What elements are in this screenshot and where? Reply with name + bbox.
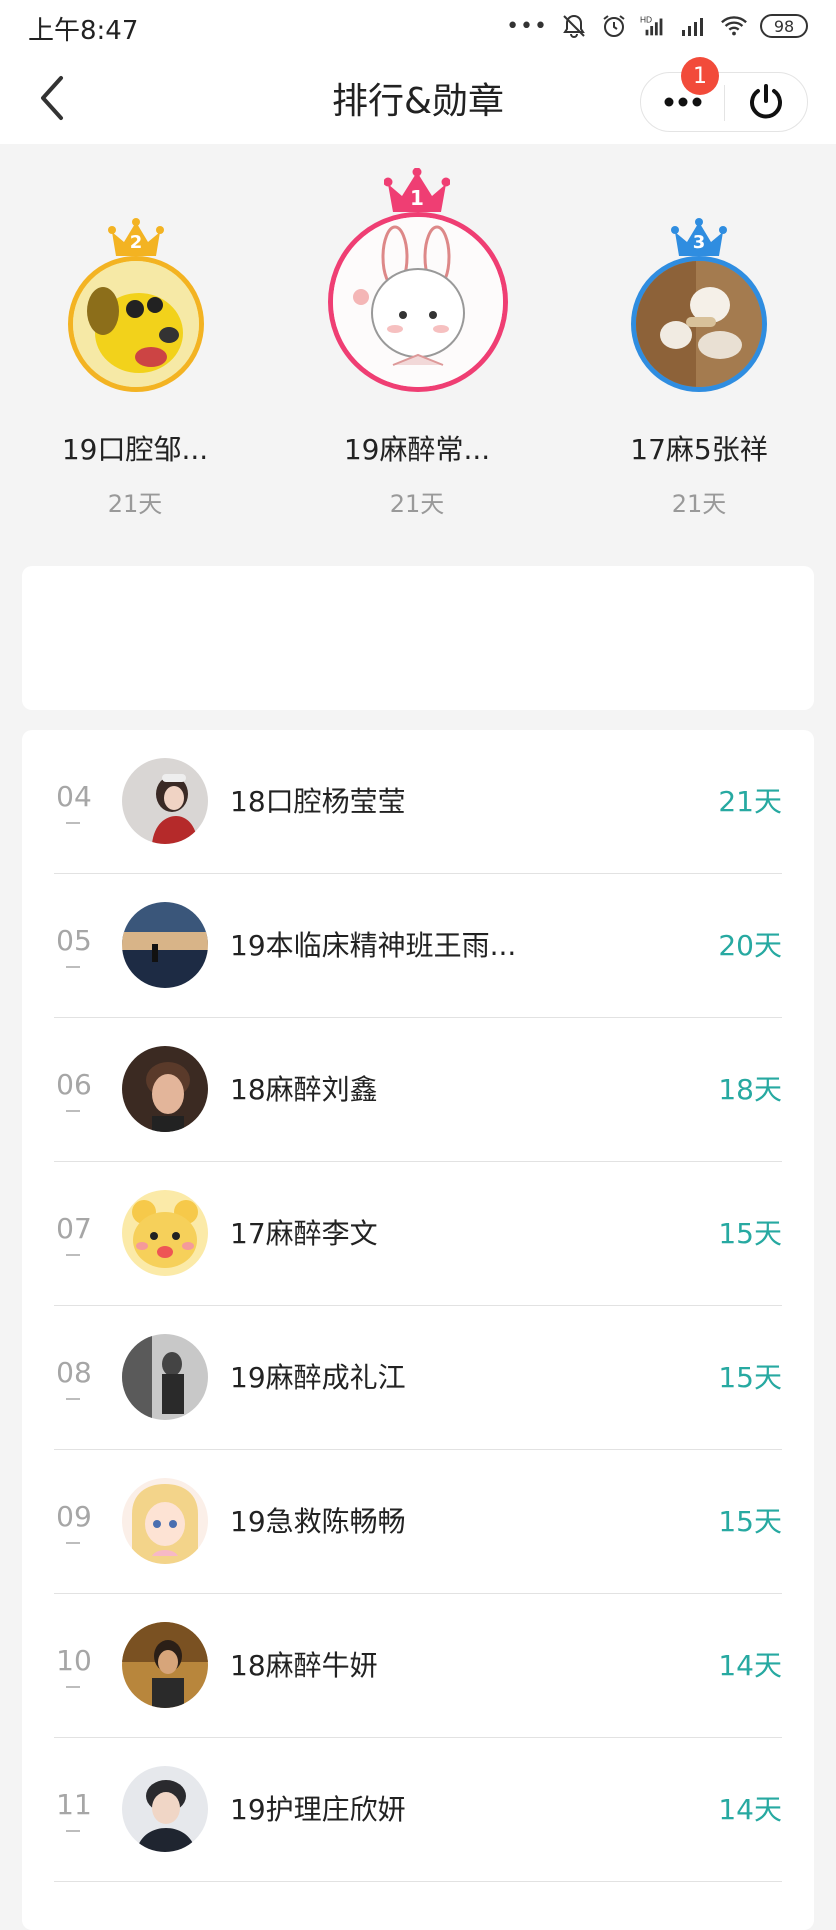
header: 排行&勋章 1	[0, 52, 836, 144]
list-item[interactable]: 10 18麻醉牛妍 14天	[22, 1594, 814, 1738]
podium-item-rank-1[interactable]: 1 19麻醉常... 21天	[292, 144, 542, 524]
list-item[interactable]: 11 19护理庄欣妍 14天	[22, 1738, 814, 1882]
podium-days: 21天	[107, 490, 163, 518]
avatar	[122, 1046, 208, 1132]
rank-change-indicator	[66, 1830, 80, 1832]
rank-number: 10	[56, 1644, 92, 1677]
avatar	[122, 758, 208, 844]
user-name: 17麻醉李文	[230, 1217, 378, 1250]
user-name: 19护理庄欣妍	[230, 1793, 406, 1826]
avatar	[631, 256, 767, 392]
ranking-list: 04 18口腔杨莹莹 21天 05 19本临床精神班王雨... 20天 06 1…	[22, 730, 814, 1930]
crown-icon: 1	[383, 167, 451, 216]
rank-number: 08	[56, 1356, 92, 1389]
avatar	[122, 1478, 208, 1564]
days-count: 15天	[718, 1361, 782, 1394]
divider	[54, 1881, 782, 1882]
rank-number: 06	[56, 1068, 92, 1101]
podium: 2 19口腔邹... 21天 1 19麻醉常... 21天 3 17麻5张祥 2…	[0, 144, 836, 564]
status-bar: 上午8:47 ••• HD 98	[0, 0, 836, 52]
list-item[interactable]: 06 18麻醉刘鑫 18天	[22, 1018, 814, 1162]
rank-change-indicator	[66, 1398, 80, 1400]
more-dots-icon: •••	[506, 13, 548, 39]
hd-signal-icon: HD	[640, 12, 668, 40]
days-count: 21天	[718, 785, 782, 818]
avatar	[68, 256, 204, 392]
podium-name: 19口腔邹...	[61, 433, 209, 466]
user-name: 19急救陈畅畅	[230, 1505, 406, 1538]
rank-change-indicator	[66, 1686, 80, 1688]
crown-rank: 3	[692, 232, 706, 253]
crown-icon: 2	[108, 218, 164, 260]
podium-name: 19麻醉常...	[343, 433, 491, 466]
avatar	[122, 1622, 208, 1708]
status-icons: ••• HD 98	[506, 10, 808, 42]
battery-icon: 98	[760, 14, 808, 38]
avatar	[122, 902, 208, 988]
crown-rank: 1	[410, 186, 424, 210]
power-icon	[750, 84, 782, 119]
crown-rank: 2	[129, 232, 143, 253]
wifi-icon	[720, 12, 748, 40]
days-count: 14天	[718, 1649, 782, 1682]
list-item[interactable]: 09 19急救陈畅畅 15天	[22, 1450, 814, 1594]
status-time: 上午8:47	[28, 16, 139, 46]
battery-level: 98	[773, 16, 795, 36]
mini-program-capsule: 1	[640, 57, 808, 132]
rank-number: 11	[56, 1788, 92, 1821]
user-name: 18麻醉牛妍	[230, 1649, 378, 1682]
rank-number: 05	[56, 924, 92, 957]
list-item[interactable]: 04 18口腔杨莹莹 21天	[22, 730, 814, 874]
user-name: 19本临床精神班王雨...	[230, 929, 517, 962]
banner-card	[22, 566, 814, 710]
bell-mute-icon	[560, 12, 588, 40]
close-button[interactable]	[725, 73, 807, 131]
more-icon	[664, 97, 701, 107]
avatar	[122, 1334, 208, 1420]
rank-change-indicator	[66, 966, 80, 968]
user-name: 19麻醉成礼江	[230, 1361, 406, 1394]
alarm-icon	[600, 12, 628, 40]
days-count: 18天	[718, 1073, 782, 1106]
rank-change-indicator	[66, 1110, 80, 1112]
user-name: 18口腔杨莹莹	[230, 785, 406, 818]
rank-number: 04	[56, 780, 92, 813]
signal-icon	[680, 12, 708, 40]
podium-days: 21天	[671, 490, 727, 518]
rank-change-indicator	[66, 822, 80, 824]
podium-name: 17麻5张祥	[630, 433, 768, 466]
list-item[interactable]: 05 19本临床精神班王雨... 20天	[22, 874, 814, 1018]
rank-number: 07	[56, 1212, 92, 1245]
crown-icon: 3	[671, 218, 727, 260]
days-count: 20天	[718, 929, 782, 962]
list-item[interactable]: 07 17麻醉李文 15天	[22, 1162, 814, 1306]
rank-change-indicator	[66, 1542, 80, 1544]
rank-change-indicator	[66, 1254, 80, 1256]
podium-item-rank-2[interactable]: 2 19口腔邹... 21天	[10, 144, 260, 524]
avatar	[328, 212, 508, 392]
avatar	[122, 1766, 208, 1852]
podium-item-rank-3[interactable]: 3 17麻5张祥 21天	[574, 144, 824, 524]
days-count: 15天	[718, 1505, 782, 1538]
list-item[interactable]: 08 19麻醉成礼江 15天	[22, 1306, 814, 1450]
podium-days: 21天	[389, 490, 445, 518]
rank-number: 09	[56, 1500, 92, 1533]
svg-text:HD: HD	[640, 14, 652, 24]
days-count: 14天	[718, 1793, 782, 1826]
user-name: 18麻醉刘鑫	[230, 1073, 378, 1106]
days-count: 15天	[718, 1217, 782, 1250]
avatar	[122, 1190, 208, 1276]
notification-badge: 1	[681, 57, 719, 95]
